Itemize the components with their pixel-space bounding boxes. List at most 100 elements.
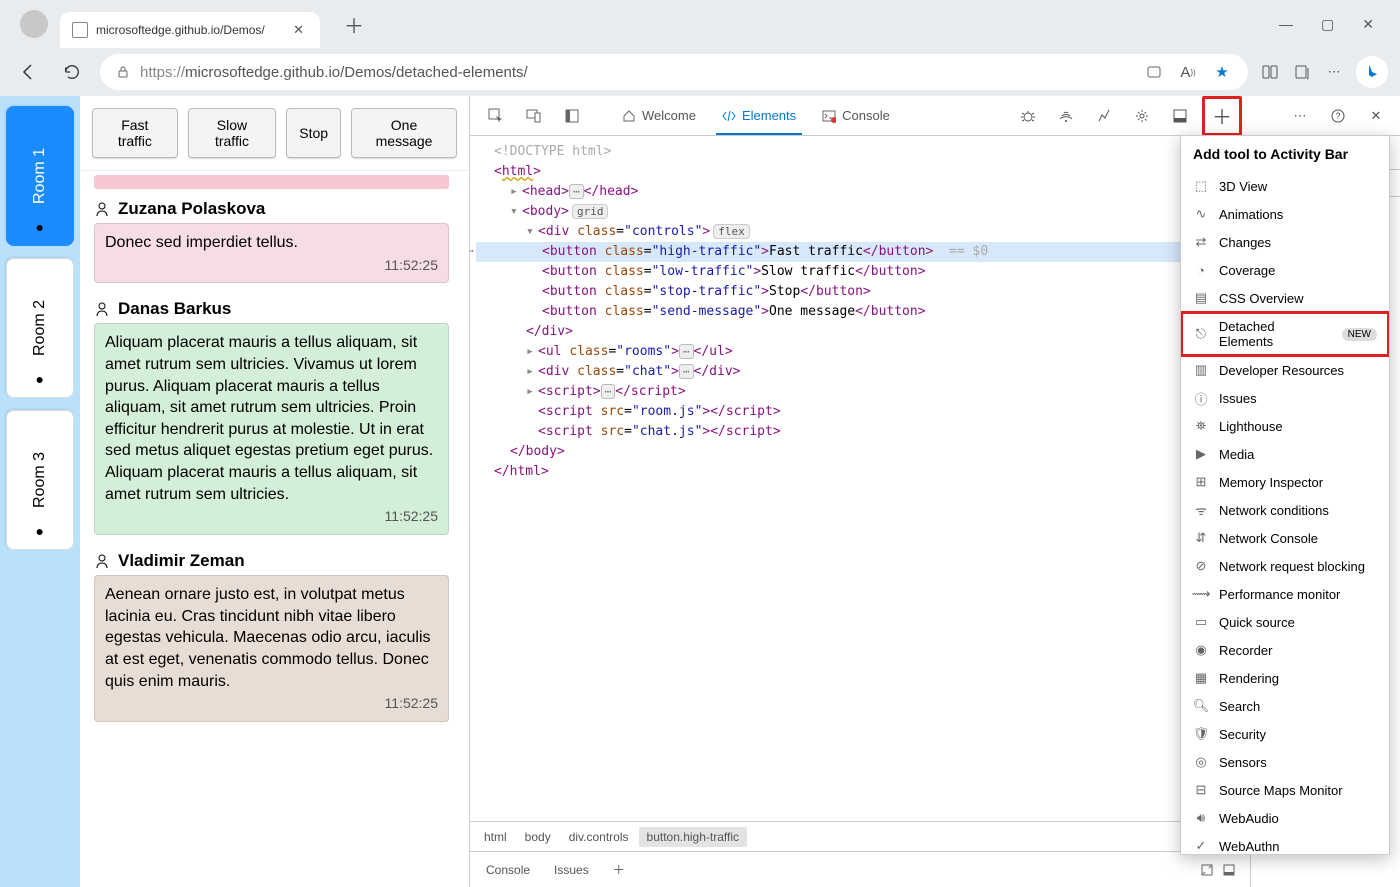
popup-item-rendering[interactable]: ▦Rendering [1181, 664, 1389, 692]
message-item: Vladimir Zeman Aenean ornare justo est, … [80, 545, 463, 732]
devtools-tabs: Welcome Elements Console ＋ ⋯ ? ✕ [470, 96, 1400, 136]
add-tool-button[interactable]: ＋ [1202, 96, 1242, 136]
popup-item-network-console[interactable]: ⇵Network Console [1181, 524, 1389, 552]
settings-more-icon[interactable]: ⋯ [1324, 62, 1344, 82]
profile-avatar[interactable] [20, 10, 48, 38]
new-tab-button[interactable]: ＋ [336, 6, 372, 43]
split-screen-icon[interactable] [1260, 62, 1280, 82]
popup-item-network-conditions[interactable]: ᯤNetwork conditions [1181, 496, 1389, 524]
popup-item-security[interactable]: 🛡︎Security [1181, 720, 1389, 748]
popup-item-quick-source[interactable]: ▭Quick source [1181, 608, 1389, 636]
popup-item-issues[interactable]: ⓘIssues [1181, 384, 1389, 412]
crumb-button[interactable]: button.high-traffic [639, 827, 748, 847]
block-icon: ⊘ [1193, 558, 1209, 574]
popup-item-animations[interactable]: ∿Animations [1181, 200, 1389, 228]
coverage-icon: ◔ [1193, 262, 1209, 278]
read-aloud-icon[interactable]: A)) [1178, 62, 1198, 82]
popup-item-perf-monitor[interactable]: ⟿Performance monitor [1181, 580, 1389, 608]
popup-item-recorder[interactable]: ◉Recorder [1181, 636, 1389, 664]
user-icon [94, 301, 110, 317]
gear-icon[interactable] [1126, 100, 1158, 132]
popup-item-3d-view[interactable]: ⬚3D View [1181, 172, 1389, 200]
app-available-icon[interactable] [1144, 62, 1164, 82]
user-icon [94, 553, 110, 569]
console-tab[interactable]: Console [810, 96, 902, 135]
device-toggle-icon[interactable] [516, 108, 552, 124]
more-icon[interactable]: ⋯ [1284, 100, 1316, 132]
drawer-dock-icon[interactable] [1222, 863, 1236, 877]
sourcemap-icon: ⊟ [1193, 782, 1209, 798]
performance-icon[interactable] [1088, 100, 1120, 132]
popup-item-media[interactable]: ▶Media [1181, 440, 1389, 468]
drawer-add-tab[interactable]: ＋ [603, 857, 635, 882]
media-icon: ▶ [1193, 446, 1209, 462]
dock-icon[interactable] [1164, 100, 1196, 132]
resources-icon: ▥ [1193, 362, 1209, 378]
partial-message [94, 175, 449, 189]
popup-item-lighthouse[interactable]: ⛯Lighthouse [1181, 412, 1389, 440]
titlebar: microsoftedge.github.io/Demos/ ✕ ＋ ― ▢ ✕ [0, 0, 1400, 48]
maximize-icon[interactable]: ▢ [1321, 16, 1334, 33]
lighthouse-icon: ⛯ [1193, 418, 1209, 434]
back-button[interactable] [12, 56, 44, 88]
popup-item-memory-inspector[interactable]: ⊞Memory Inspector [1181, 468, 1389, 496]
refresh-button[interactable] [56, 56, 88, 88]
drawer-expand-icon[interactable] [1200, 863, 1214, 877]
window-controls: ― ▢ ✕ [1279, 16, 1392, 33]
elements-tab[interactable]: Elements [710, 96, 808, 135]
crumb-body[interactable]: body [517, 827, 559, 847]
stop-button[interactable]: Stop [286, 108, 341, 158]
audio-icon: 🔊︎ [1193, 810, 1209, 826]
room-3-button[interactable]: Room 3 [6, 410, 74, 550]
network-icon[interactable] [1050, 100, 1082, 132]
user-icon [94, 201, 110, 217]
timestamp: 11:52:25 [105, 507, 438, 526]
browser-tab[interactable]: microsoftedge.github.io/Demos/ ✕ [60, 12, 320, 48]
popup-item-sensors[interactable]: ◎Sensors [1181, 748, 1389, 776]
crumb-html[interactable]: html [476, 827, 515, 847]
sensors-icon: ◎ [1193, 754, 1209, 770]
page-icon [72, 22, 88, 38]
close-tab-icon[interactable]: ✕ [289, 20, 308, 40]
site-info-icon[interactable] [116, 65, 130, 79]
collections-icon[interactable] [1292, 62, 1312, 82]
close-devtools-icon[interactable]: ✕ [1360, 100, 1392, 132]
crumb-controls[interactable]: div.controls [561, 827, 637, 847]
webpage: Room 1 Room 2 Room 3 Fast traffic Slow t… [0, 96, 470, 887]
popup-item-css-overview[interactable]: ▤CSS Overview [1181, 284, 1389, 312]
popup-item-coverage[interactable]: ◔Coverage [1181, 256, 1389, 284]
welcome-tab[interactable]: Welcome [610, 96, 708, 135]
inspect-element-icon[interactable] [478, 108, 514, 124]
popup-item-search[interactable]: 🔍︎Search [1181, 692, 1389, 720]
minimize-icon[interactable]: ― [1279, 16, 1293, 33]
chat-list[interactable]: Zuzana Polaskova Donec sed imperdiet tel… [80, 171, 469, 887]
message-item: Zuzana Polaskova Donec sed imperdiet tel… [80, 193, 463, 293]
drawer-issues-tab[interactable]: Issues [544, 859, 599, 881]
favorite-star-icon[interactable]: ★ [1212, 62, 1232, 82]
popup-item-changes[interactable]: ⇄Changes [1181, 228, 1389, 256]
shield-icon: 🛡︎ [1193, 726, 1209, 742]
one-message-button[interactable]: One message [351, 108, 457, 158]
room-1-button[interactable]: Room 1 [6, 106, 74, 246]
popup-item-source-maps[interactable]: ⊟Source Maps Monitor [1181, 776, 1389, 804]
url-field[interactable]: https://microsoftedge.github.io/Demos/de… [100, 54, 1248, 90]
dom-tree[interactable]: <!DOCTYPE html> <html> ▸<head>⋯</head> ▾… [470, 136, 1250, 821]
popup-item-nrb[interactable]: ⊘Network request blocking [1181, 552, 1389, 580]
help-icon[interactable]: ? [1322, 100, 1354, 132]
popup-item-detached-elements[interactable]: ⎋Detached ElementsNEW [1180, 311, 1390, 357]
bing-icon[interactable] [1356, 56, 1388, 88]
home-icon [622, 109, 636, 123]
dock-side-icon[interactable] [554, 108, 590, 124]
close-icon[interactable]: ✕ [1362, 16, 1374, 33]
slow-traffic-button[interactable]: Slow traffic [188, 108, 277, 158]
drawer-console-tab[interactable]: Console [476, 859, 540, 881]
popup-item-webauthn[interactable]: ✓WebAuthn [1181, 832, 1389, 855]
popup-item-webaudio[interactable]: 🔊︎WebAudio [1181, 804, 1389, 832]
popup-item-dev-resources[interactable]: ▥Developer Resources [1181, 356, 1389, 384]
new-badge: NEW [1342, 328, 1377, 341]
timestamp: 11:52:25 [105, 256, 438, 275]
room-2-button[interactable]: Room 2 [6, 258, 74, 398]
fast-traffic-button[interactable]: Fast traffic [92, 108, 178, 158]
message-item: Danas Barkus Aliquam placerat mauris a t… [80, 293, 463, 545]
bug-icon[interactable] [1012, 100, 1044, 132]
